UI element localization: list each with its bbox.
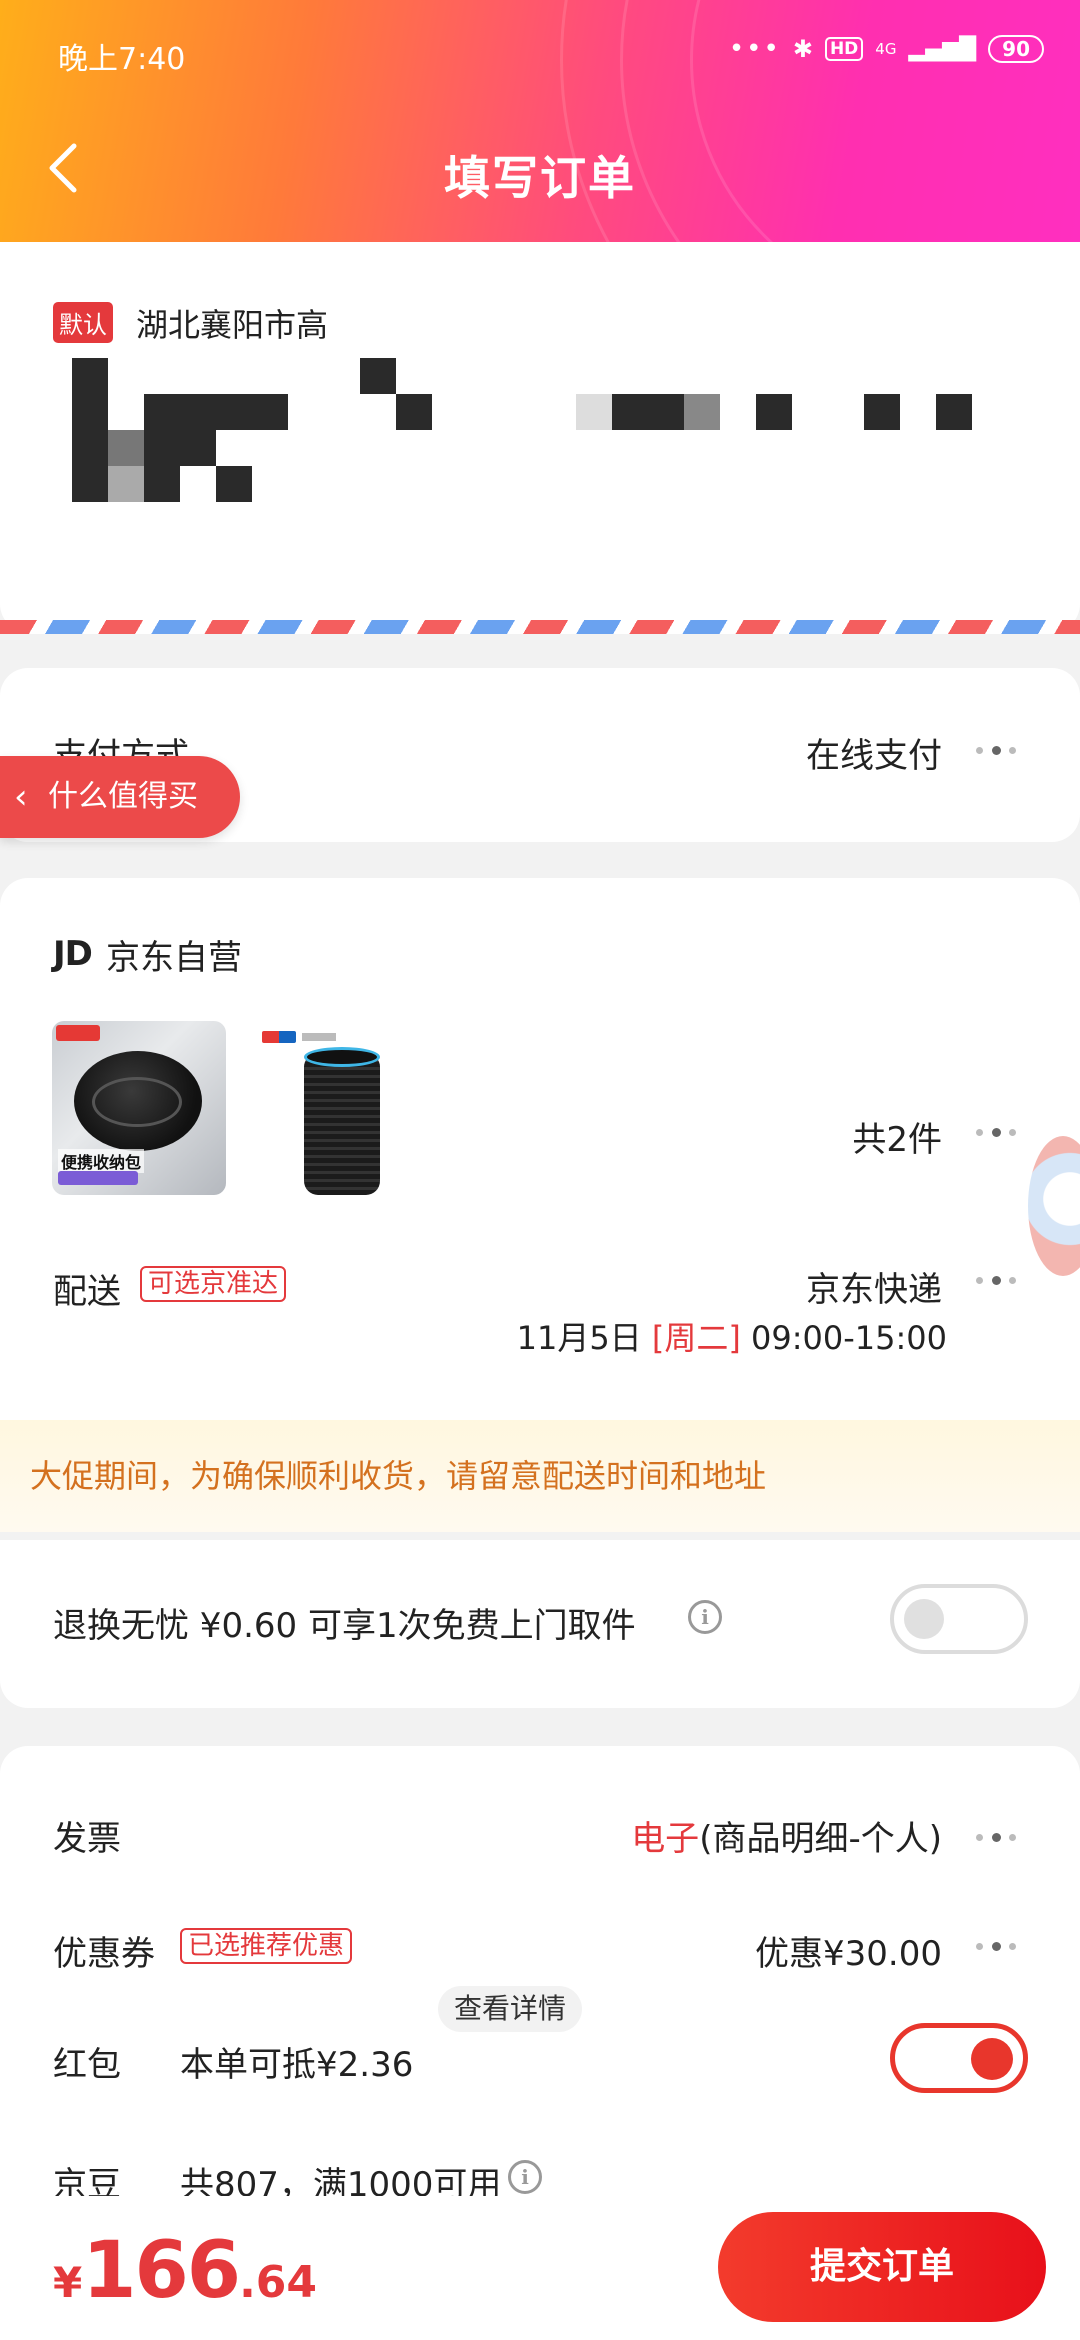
hd-icon: HD <box>824 37 864 61</box>
float-tag-label: 什么值得买 <box>48 779 198 814</box>
delivery-label: 配送 <box>53 1272 121 1312</box>
product-image-pouch[interactable]: 便携收纳包 <box>52 1021 226 1195</box>
more-dots-icon: ••• <box>728 34 781 64</box>
bluetooth-icon: ✱ <box>792 35 813 63</box>
red-packet-label: 红包 <box>53 2045 121 2085</box>
coupon-label: 优惠券 <box>53 1934 155 1974</box>
total-price: ¥166.64 <box>53 2226 318 2316</box>
battery-icon: 90 <box>988 35 1044 63</box>
default-address-badge: 默认 <box>53 302 113 343</box>
chevron-left-icon: ‹ <box>14 777 28 817</box>
signal-icon: ▂▄▆█ <box>908 36 977 62</box>
items-more-icon[interactable] <box>976 1126 1016 1138</box>
delivery-time-range: 09:00-15:00 <box>751 1319 947 1357</box>
brand-logo-icon <box>262 1031 296 1043</box>
product-caption: 便携收纳包 <box>58 1149 145 1173</box>
jd-logo-icon: JD <box>53 934 93 974</box>
submit-order-button[interactable]: 提交订单 <box>718 2212 1046 2322</box>
status-icons: ••• ✱ HD 4G ▂▄▆█ 90 <box>729 34 1044 64</box>
info-icon[interactable]: i <box>508 2160 542 2194</box>
page-title: 填写订单 <box>444 151 636 205</box>
product-image-speaker[interactable] <box>262 1021 436 1195</box>
delivery-option-tag[interactable]: 可选京准达 <box>140 1266 287 1302</box>
return-service-toggle[interactable] <box>890 1584 1028 1654</box>
promo-notice: 大促期间，为确保顺利收货，请留意配送时间和地址 <box>0 1420 1080 1532</box>
invoice-label: 发票 <box>53 1819 121 1859</box>
delivery-time: 11月5日 [周二] 09:00-15:00 <box>517 1313 947 1359</box>
address-line: 湖北襄阳市高 <box>136 306 329 340</box>
airmail-border <box>0 620 1080 634</box>
payment-more-icon[interactable] <box>976 744 1016 756</box>
delivery-more-icon[interactable] <box>976 1274 1016 1286</box>
info-icon[interactable]: i <box>688 1600 722 1634</box>
red-packet-toggle[interactable] <box>890 2023 1028 2093</box>
delivery-date: 11月5日 <box>516 1319 642 1357</box>
return-service-text: 退换无忧 ¥0.60 可享1次免费上门取件 <box>53 1606 636 1646</box>
item-count: 共2件 <box>852 1120 942 1160</box>
coupon-tag: 已选推荐优惠 <box>180 1928 353 1964</box>
shop-name: 京东自营 <box>106 938 242 978</box>
network-label: 4G <box>875 40 897 58</box>
invoice-more-icon[interactable] <box>976 1831 1016 1843</box>
coupon-more-icon[interactable] <box>976 1940 1016 1952</box>
smzdm-float-tag[interactable]: ‹ 什么值得买 <box>0 756 240 838</box>
status-time: 晚上7:40 <box>58 42 186 77</box>
status-bar: 晚上7:40 ••• ✱ HD 4G ▂▄▆█ 90 <box>0 0 1080 100</box>
red-packet-detail-button[interactable]: 查看详情 <box>438 1986 583 2032</box>
red-packet-text: 本单可抵¥2.36 <box>180 2045 414 2085</box>
invoice-value: 电子(商品明细-个人) <box>631 1819 942 1859</box>
coupon-value: 优惠¥30.00 <box>755 1934 942 1974</box>
delivery-weekday: [周二] <box>651 1319 741 1357</box>
payment-value: 在线支付 <box>806 736 942 776</box>
delivery-method: 京东快递 <box>806 1270 942 1310</box>
